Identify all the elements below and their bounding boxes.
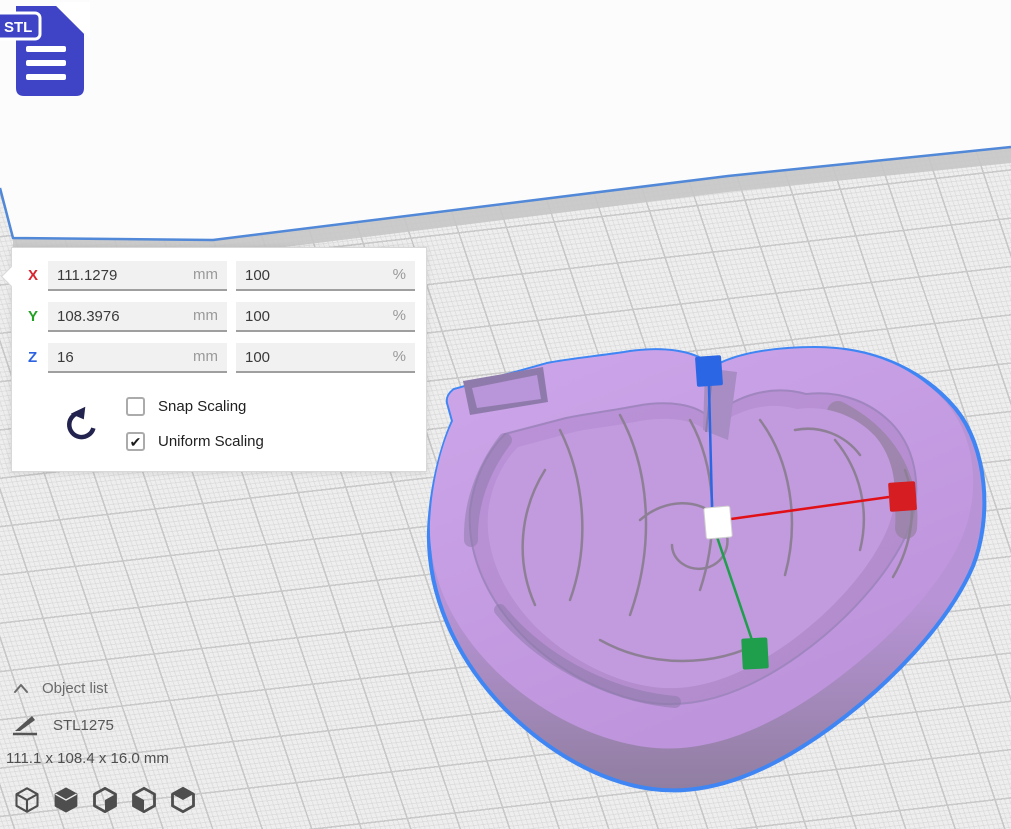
text-line (26, 46, 66, 52)
x-scale-handle[interactable] (888, 481, 917, 512)
mesh-model-icon (10, 712, 40, 738)
left-side-view-icon[interactable] (130, 786, 158, 814)
z-size-unit: mm (193, 343, 218, 371)
text-line (26, 74, 66, 80)
z-percent-input[interactable] (236, 343, 415, 371)
uniform-scaling-label: Uniform Scaling (158, 433, 264, 450)
uniform-scaling-checkbox[interactable]: ✔ (126, 432, 145, 451)
z-size-field: mm (48, 343, 227, 373)
x-percent-input[interactable] (236, 261, 415, 289)
y-percent-field: % (236, 302, 415, 332)
y-percent-unit: % (393, 302, 406, 330)
front-view-icon[interactable] (52, 786, 80, 814)
center-scale-handle[interactable] (704, 506, 733, 539)
reset-scale-button[interactable] (64, 403, 100, 443)
model-dimensions-text: 111.1 x 108.4 x 16.0 mm (6, 750, 169, 767)
right-side-view-icon[interactable] (169, 786, 197, 814)
y-scale-handle[interactable] (741, 637, 769, 669)
z-scale-handle[interactable] (695, 355, 723, 387)
stl-file-icon[interactable]: STL (0, 0, 92, 102)
model-heart-mold[interactable] (429, 348, 984, 790)
z-axis-label: Z (28, 343, 46, 373)
x-percent-field: % (236, 261, 415, 291)
object-list-item[interactable]: STL1275 (53, 717, 114, 734)
x-axis-label: X (28, 261, 46, 291)
application-window: STL X mm % Y mm % (0, 0, 1011, 829)
3d-view-icon[interactable] (13, 786, 41, 814)
x-percent-unit: % (393, 261, 406, 289)
z-percent-unit: % (393, 343, 406, 371)
x-size-field: mm (48, 261, 227, 291)
text-line (26, 60, 66, 66)
y-size-unit: mm (193, 302, 218, 330)
y-percent-input[interactable] (236, 302, 415, 330)
snap-scaling-label: Snap Scaling (158, 398, 246, 415)
scale-tool-panel: X mm % Y mm % Z mm (11, 247, 427, 472)
y-size-field: mm (48, 302, 227, 332)
snap-scaling-checkbox[interactable] (126, 397, 145, 416)
chevron-up-icon[interactable] (11, 681, 31, 695)
z-percent-field: % (236, 343, 415, 373)
x-size-unit: mm (193, 261, 218, 289)
scale-row-z: Z mm % (12, 343, 426, 373)
y-axis-label: Y (28, 302, 46, 332)
uniform-scaling-check-glyph: ✔ (130, 434, 142, 450)
scale-row-x: X mm % (12, 261, 426, 291)
scale-row-y: Y mm % (12, 302, 426, 332)
stl-badge-text: STL (4, 19, 32, 36)
view-orientation-toolbar (13, 786, 197, 814)
top-view-icon[interactable] (91, 786, 119, 814)
object-list-header[interactable]: Object list (42, 680, 108, 697)
